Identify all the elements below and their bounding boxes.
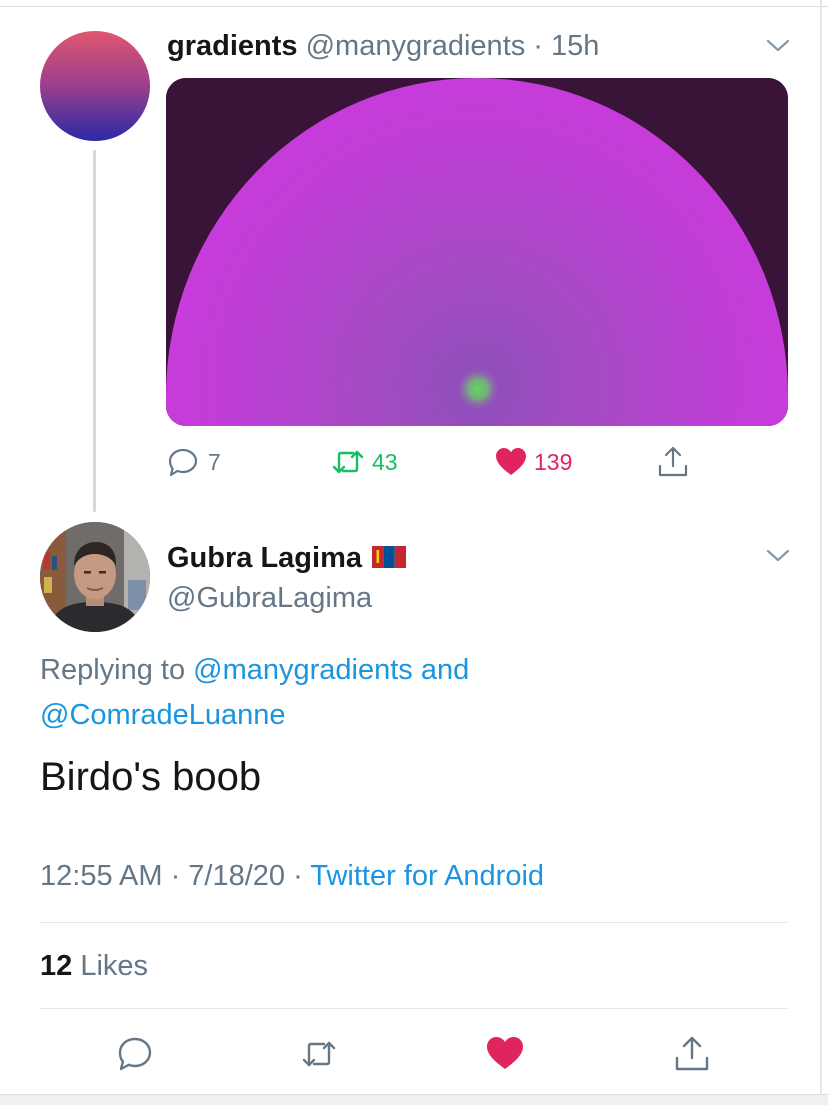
retweet-icon (332, 450, 364, 474)
retweet-icon[interactable] (299, 1034, 339, 1074)
chevron-down-icon[interactable] (765, 542, 791, 568)
tweet-source-link[interactable]: Twitter for Android (310, 860, 544, 892)
retweet-count: 43 (372, 449, 398, 475)
share-action[interactable] (655, 444, 691, 480)
mention-link-comradeluanne[interactable]: @ComradeLuanne (40, 699, 285, 731)
share-icon (658, 446, 688, 477)
share-icon[interactable] (672, 1034, 712, 1074)
retweet-action[interactable]: 43 (330, 444, 398, 480)
tweet-metadata: 12:55 AM · 7/18/20 · Twitter for Android (40, 856, 544, 896)
likes-summary[interactable]: 12 Likes (40, 946, 148, 986)
mention-link-manygradients[interactable]: @manygradients and (193, 654, 469, 686)
top-border (0, 6, 828, 7)
thread-connector-line (93, 150, 96, 512)
like-icon[interactable] (485, 1034, 525, 1074)
tweet-header: gradients @manygradients · 15h (167, 26, 599, 66)
like-count: 139 (534, 449, 573, 475)
author-handle[interactable]: @manygradients (306, 30, 526, 62)
divider (40, 1008, 788, 1009)
reply-author-name[interactable]: Gubra Lagima (167, 542, 362, 574)
scrollbar-edge (820, 0, 822, 1105)
tweet-timestamp: 12:55 AM · 7/18/20 · (40, 860, 303, 892)
author-name[interactable]: gradients (167, 30, 298, 62)
reply-icon (168, 448, 198, 477)
gradient-semicircle-image (166, 78, 788, 426)
likes-count: 12 (40, 950, 73, 982)
replying-prefix: Replying to (40, 654, 186, 686)
likes-label: Likes (80, 950, 149, 982)
avatar-gradients[interactable] (40, 31, 150, 141)
tweet-media-image[interactable] (166, 78, 788, 426)
bottom-edge (0, 1094, 828, 1105)
avatar-photo (40, 522, 150, 632)
replying-to: Replying to @manygradients and @ComradeL… (40, 648, 640, 738)
tweet-time[interactable]: 15h (551, 30, 599, 62)
like-action[interactable]: 139 (494, 444, 572, 480)
like-icon (496, 448, 526, 475)
separator-dot: · (525, 30, 552, 62)
mongolia-flag-icon (372, 546, 406, 568)
reply-tweet-text: Birdo's boob (40, 755, 262, 799)
reply-action[interactable]: 7 (166, 444, 221, 480)
reply-icon[interactable] (115, 1034, 155, 1074)
reply-author-name-row: Gubra Lagima (167, 538, 406, 578)
divider (40, 922, 788, 923)
avatar-gubra-lagima[interactable] (40, 522, 150, 632)
chevron-down-icon[interactable] (765, 32, 791, 58)
reply-author-handle[interactable]: @GubraLagima (167, 578, 372, 618)
reply-count: 7 (208, 449, 221, 475)
